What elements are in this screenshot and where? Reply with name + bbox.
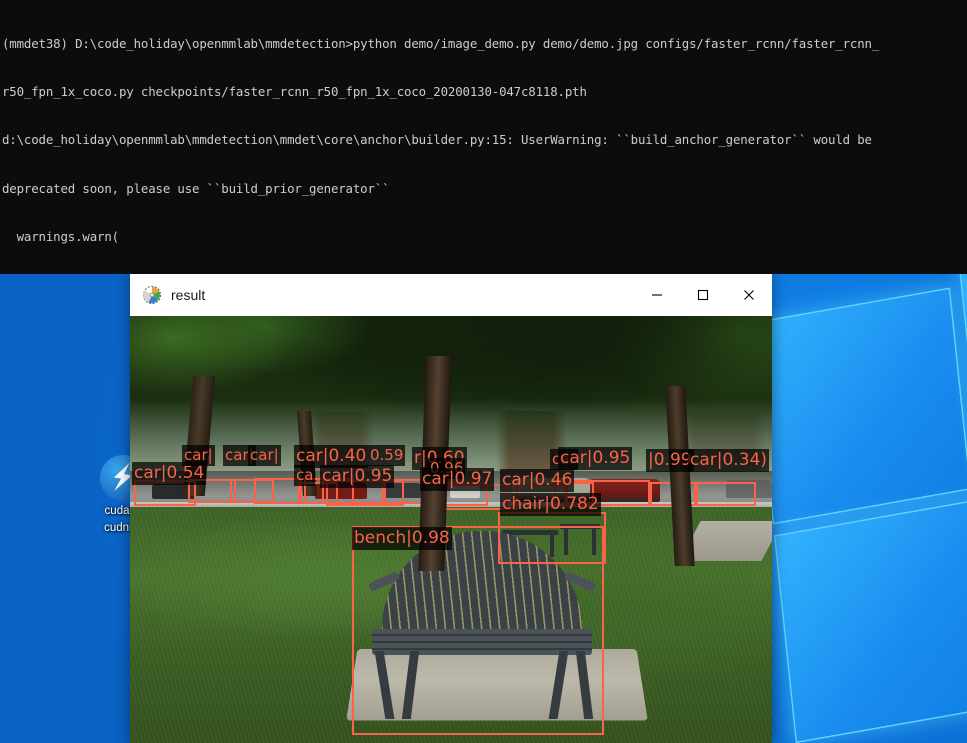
detection-label-car: ca (294, 465, 316, 486)
detection-box-car (230, 479, 274, 503)
detection-label-bench: bench|0.98 (352, 527, 452, 550)
result-image-window[interactable]: result result (130, 274, 772, 743)
matplotlib-icon (142, 285, 162, 305)
terminal-line: (mmdet38) D:\code_holiday\openmmlab\mmde… (2, 36, 880, 52)
detection-label-car: 0.59 (368, 445, 406, 466)
window-titlebar[interactable]: result (130, 274, 772, 316)
detection-label-car: car|0.34) (688, 449, 769, 472)
close-button[interactable] (726, 274, 772, 316)
detection-label-car: car| (182, 445, 215, 466)
terminal-line: deprecated soon, please use ``build_prio… (2, 180, 390, 196)
detection-label-car: car|0.46 (500, 469, 575, 492)
detection-label-car: car|0.95 (320, 465, 395, 488)
detection-box-chair (498, 512, 606, 564)
detection-box-bench (352, 526, 604, 735)
terminal-line: d:\code_holiday\openmmlab\mmdetection\mm… (2, 132, 872, 148)
wallpaper-pane-1 (753, 289, 967, 523)
terminal-line: r50_fpn_1x_coco.py checkpoints/faster_rc… (2, 84, 587, 100)
maximize-button[interactable] (680, 274, 726, 316)
detection-label-car: |0.99 (646, 449, 694, 472)
detection-label-car: car| (248, 445, 281, 466)
detection-label-chair: chair|0.782 (500, 493, 601, 516)
detection-result-image: car|0.54car|car|car|car|0.400.59r|0.60ca… (130, 316, 772, 743)
detection-label-car: car|0.95 (558, 447, 633, 470)
wallpaper-pane-3 (775, 502, 967, 742)
detection-label-car: car|0.97 (420, 468, 495, 491)
terminal-line: warnings.warn( (2, 228, 120, 244)
command-prompt-window[interactable]: (mmdet38) D:\code_holiday\openmmlab\mmde… (0, 0, 967, 274)
detection-box-car (694, 482, 756, 506)
windows-wallpaper-logo (753, 234, 967, 743)
window-title: result (171, 287, 206, 303)
minimize-button[interactable] (634, 274, 680, 316)
